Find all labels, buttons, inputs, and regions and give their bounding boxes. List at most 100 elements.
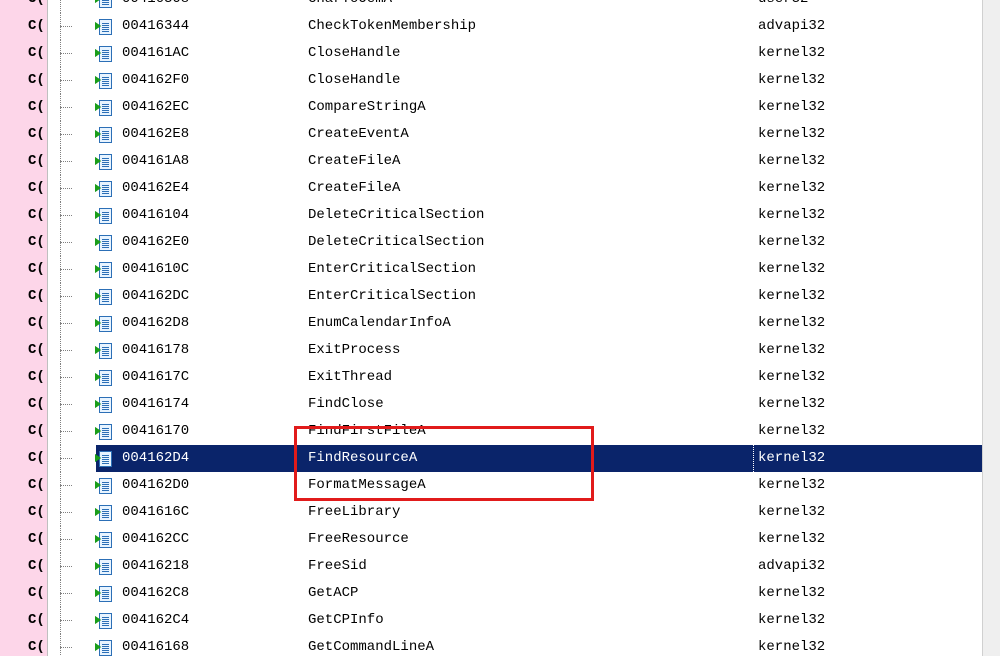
import-doc-icon	[96, 585, 114, 603]
cell-function: CreateFileA	[308, 175, 400, 202]
cell-address: 004162F0	[122, 67, 189, 94]
import-doc-icon	[96, 261, 114, 279]
cell-function: CloseHandle	[308, 40, 400, 67]
table-row[interactable]: 004162E4CreateFileAkernel32	[48, 175, 1000, 202]
cell-function: DeleteCriticalSection	[308, 229, 484, 256]
table-row[interactable]: 004161A8CreateFileAkernel32	[48, 148, 1000, 175]
imports-list[interactable]: 00416308CharToOemAuser3200416344CheckTok…	[48, 0, 1000, 656]
tree-label: C(	[0, 148, 48, 175]
table-row[interactable]: 00416218FreeSidadvapi32	[48, 553, 1000, 580]
cell-function: CreateEventA	[308, 121, 409, 148]
table-row[interactable]: 004162C4 GetCPInfo kernel32	[48, 607, 1000, 634]
tree-label: C(	[0, 13, 48, 40]
tree-label: C(	[0, 256, 48, 283]
cell-address: 00416170	[122, 418, 189, 445]
cell-module: user32	[758, 0, 808, 13]
cell-address: 00416344	[122, 13, 189, 40]
cell-address: 0041610C	[122, 256, 189, 283]
cell-address: 004162C4	[122, 607, 189, 634]
table-row[interactable]: 00416104DeleteCriticalSectionkernel32	[48, 202, 1000, 229]
cell-module: kernel32	[758, 40, 825, 67]
tree-branch	[48, 67, 96, 94]
table-row[interactable]: 004162F0CloseHandlekernel32	[48, 67, 1000, 94]
table-row[interactable]: 00416308CharToOemAuser32	[48, 0, 1000, 13]
table-row[interactable]: 0041610CEnterCriticalSectionkernel32	[48, 256, 1000, 283]
cell-address: 004162D8	[122, 310, 189, 337]
table-row[interactable]: 004162DC EnterCriticalSection kernel32	[48, 283, 1000, 310]
tree-branch	[48, 580, 96, 607]
table-row[interactable]: 004162E8CreateEventAkernel32	[48, 121, 1000, 148]
cell-module: kernel32	[758, 391, 825, 418]
cell-function: FreeLibrary	[308, 499, 400, 526]
table-row[interactable]: 004162CCFreeResourcekernel32	[48, 526, 1000, 553]
table-row[interactable]: 004162C8GetACPkernel32	[48, 580, 1000, 607]
tree-label: C(	[0, 94, 48, 121]
cell-address: 00416174	[122, 391, 189, 418]
table-row[interactable]: 00416168GetCommandLineAkernel32	[48, 634, 1000, 656]
table-row[interactable]: 004162E0DeleteCriticalSectionkernel32	[48, 229, 1000, 256]
vertical-scrollbar[interactable]	[982, 0, 1000, 656]
import-doc-icon	[96, 639, 114, 656]
cell-function: GetCommandLineA	[308, 634, 434, 656]
cell-module: kernel32	[758, 499, 825, 526]
cell-function: GetACP	[308, 580, 358, 607]
cell-module: kernel32	[758, 94, 825, 121]
cell-module: kernel32	[758, 580, 825, 607]
table-row[interactable]: 00416178ExitProcesskernel32	[48, 337, 1000, 364]
cell-address: 004162D0	[122, 472, 189, 499]
tree-branch	[48, 499, 96, 526]
tree-label: C(	[0, 499, 48, 526]
cell-function: GetCPInfo	[308, 607, 384, 634]
import-doc-icon	[96, 153, 114, 171]
app-window: C(C(C(C(C(C(C(C(C(C(C(C(C(C(C(C(C(C(C(C(…	[0, 0, 1000, 656]
cell-module: kernel32	[758, 67, 825, 94]
import-doc-icon	[96, 99, 114, 117]
tree-branch	[48, 202, 96, 229]
import-doc-icon	[96, 18, 114, 36]
import-doc-icon	[96, 72, 114, 90]
tree-label: C(	[0, 121, 48, 148]
cell-module: kernel32	[758, 418, 825, 445]
cell-module: kernel32	[758, 229, 825, 256]
table-row[interactable]: 00416344CheckTokenMembershipadvapi32	[48, 13, 1000, 40]
cell-module: kernel32	[758, 607, 825, 634]
tree-label: C(	[0, 364, 48, 391]
tree-label: C(	[0, 445, 48, 472]
cell-function: CreateFileA	[308, 148, 400, 175]
cell-address: 004162D4	[122, 445, 189, 472]
table-row[interactable]: 004162ECCompareStringAkernel32	[48, 94, 1000, 121]
cell-module: kernel32	[758, 526, 825, 553]
tree-branch	[48, 121, 96, 148]
table-row[interactable]: 00416170FindFirstFileAkernel32	[48, 418, 1000, 445]
import-doc-icon	[96, 369, 114, 387]
table-row[interactable]: 004162D4FindResourceAkernel32	[48, 445, 1000, 472]
tree-label: C(	[0, 391, 48, 418]
table-row[interactable]: 0041617CExitThreadkernel32	[48, 364, 1000, 391]
cell-address: 004162CC	[122, 526, 189, 553]
tree-label: C(	[0, 67, 48, 94]
import-doc-icon	[96, 45, 114, 63]
cell-module: kernel32	[758, 283, 825, 310]
table-row[interactable]: 00416174FindClosekernel32	[48, 391, 1000, 418]
table-row[interactable]: 004161ACCloseHandlekernel32	[48, 40, 1000, 67]
left-tree-column: C(C(C(C(C(C(C(C(C(C(C(C(C(C(C(C(C(C(C(C(…	[0, 0, 48, 656]
table-row[interactable]: 0041616CFreeLibrarykernel32	[48, 499, 1000, 526]
table-row[interactable]: 004162D8EnumCalendarInfoAkernel32	[48, 310, 1000, 337]
cell-function: EnumCalendarInfoA	[308, 310, 451, 337]
cell-address: 00416218	[122, 553, 189, 580]
import-doc-icon	[96, 0, 114, 9]
cell-function: EnterCriticalSection	[308, 256, 476, 283]
cell-address: 004162DC	[122, 283, 189, 310]
tree-label: C(	[0, 0, 48, 13]
cell-address: 0041617C	[122, 364, 189, 391]
tree-branch	[48, 526, 96, 553]
import-doc-icon	[96, 477, 114, 495]
tree-branch	[48, 148, 96, 175]
import-doc-icon	[96, 234, 114, 252]
cell-function: EnterCriticalSection	[308, 283, 476, 310]
cell-module: kernel32	[758, 337, 825, 364]
table-row[interactable]: 004162D0FormatMessageAkernel32	[48, 472, 1000, 499]
cell-function: DeleteCriticalSection	[308, 202, 484, 229]
cell-address: 00416168	[122, 634, 189, 656]
tree-branch	[48, 634, 96, 656]
